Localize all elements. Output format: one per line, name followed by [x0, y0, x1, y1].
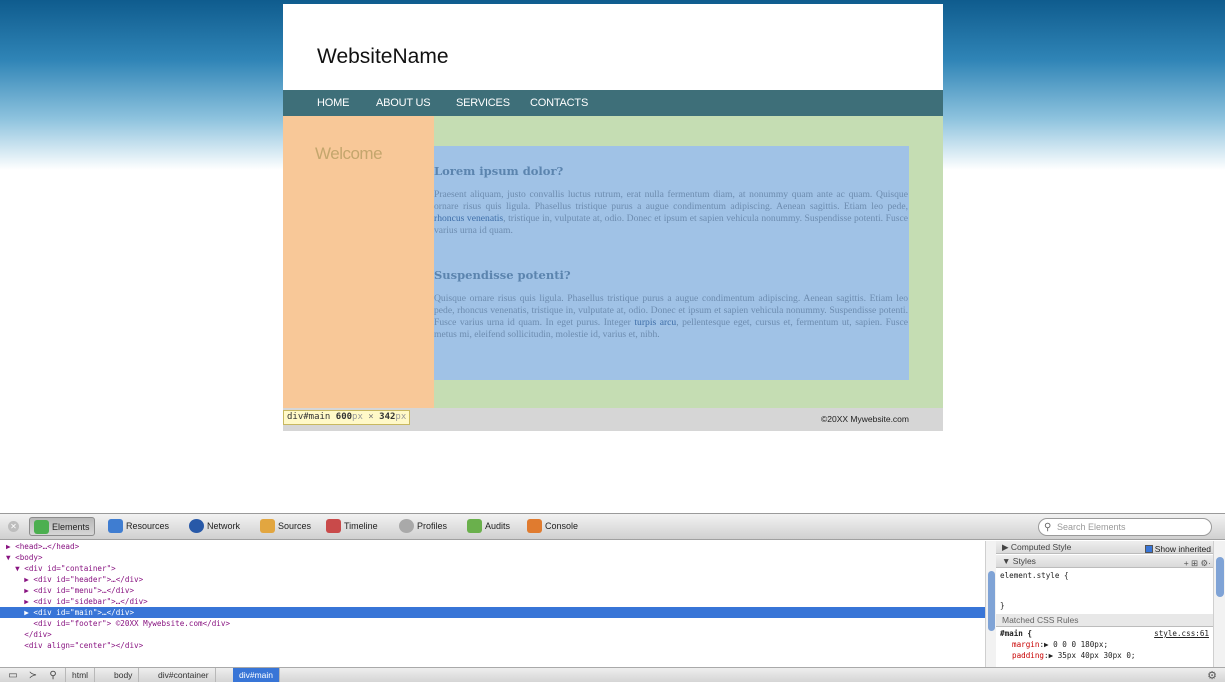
dom-tree: ▶ <head>…</head> ▼ <body> ▼ <div id="con… [0, 541, 985, 667]
site-menu: HOME ABOUT US SERVICES CONTACTS [283, 90, 943, 116]
console-icon [527, 519, 542, 533]
tab-sources[interactable]: Sources [258, 517, 315, 536]
scrollbar-thumb[interactable] [988, 571, 995, 631]
network-icon [189, 519, 204, 533]
dom-line[interactable]: ▶ <div id="sidebar">…</div> [0, 596, 985, 607]
tab-timeline[interactable]: Timeline [324, 517, 382, 536]
main-paragraph-1: Praesent aliquam, justo convallis luctus… [434, 189, 908, 237]
rule-padding[interactable]: padding:▶ 35px 40px 30px 0; [1012, 651, 1135, 660]
disclosure-icon: ▼ [1002, 556, 1013, 566]
element-style-close: } [1000, 601, 1005, 610]
dom-line[interactable]: ▶ <head>…</head> [0, 541, 985, 552]
dom-line[interactable]: ▶ <div id="menu">…</div> [0, 585, 985, 596]
tooltip-width: 600 [335, 412, 353, 422]
menu-item-services[interactable]: SERVICES [456, 97, 510, 109]
sidebar-scrollbar[interactable] [1213, 541, 1225, 667]
footer-text: ©20XX Mywebsite.com [821, 414, 909, 424]
tab-resources[interactable]: Resources [106, 517, 173, 536]
dock-icon[interactable]: ▭ [6, 669, 20, 682]
rule-source-link[interactable]: style.css:61 [1154, 629, 1209, 638]
checkbox-icon [1144, 545, 1153, 553]
devtools-toolbar: ✕ Elements Resources Network Sources Tim… [0, 514, 1225, 540]
para1-link[interactable]: rhoncus venenatis [434, 213, 503, 224]
inspect-icon[interactable]: ⚲ [46, 669, 60, 682]
tab-console[interactable]: Console [525, 517, 582, 536]
matched-rules-header: Matched CSS Rules [996, 614, 1213, 627]
menu-item-home[interactable]: HOME [317, 97, 349, 109]
dom-line[interactable]: </div> [0, 629, 985, 640]
profiles-icon [399, 519, 414, 533]
main-heading-1: Lorem ipsum dolor? [434, 164, 564, 178]
dom-line[interactable]: <div align="center"></div> [0, 640, 985, 651]
scrollbar-thumb[interactable] [1216, 557, 1224, 597]
breadcrumb-div-container[interactable]: div#container [152, 668, 216, 682]
site-main: Lorem ipsum dolor? Praesent aliquam, jus… [434, 146, 909, 380]
site-header: WebsiteName [283, 4, 943, 89]
settings-gear-icon[interactable]: ⚙ [1207, 669, 1217, 682]
dom-line-selected[interactable]: ▶ <div id="main">…</div> [0, 607, 985, 618]
tab-elements[interactable]: Elements [29, 517, 95, 536]
para2-link[interactable]: turpis arcu [634, 317, 676, 328]
timeline-icon [326, 519, 341, 533]
styles-actions[interactable]: + ⊞ ⚙· [1184, 557, 1211, 570]
sidebar-heading: Welcome [315, 144, 383, 163]
rule-selector[interactable]: #main { [1000, 629, 1032, 638]
tooltip-selector: div#main [287, 412, 331, 422]
element-style-open[interactable]: element.style { [1000, 571, 1069, 580]
disclosure-icon: ▶ [1002, 542, 1011, 552]
audits-icon [467, 519, 482, 533]
main-paragraph-2: Quisque ornare risus quis ligula. Phasel… [434, 293, 908, 341]
dom-line[interactable]: <div id="footer"> ©20XX Mywebsite.com</d… [0, 618, 985, 629]
close-icon[interactable]: ✕ [8, 521, 19, 532]
site-sidebar: Welcome [283, 116, 434, 408]
console-drawer-icon[interactable]: ≻ [26, 669, 40, 682]
menu-item-contacts[interactable]: CONTACTS [530, 97, 588, 109]
search-icon: ⚲ [1044, 522, 1052, 533]
site-name[interactable]: WebsiteName [317, 45, 449, 69]
dom-scrollbar[interactable] [985, 541, 996, 667]
sources-icon [260, 519, 275, 533]
inspect-tooltip: div#main 600px × 342px [283, 410, 411, 425]
styles-sidebar: ▶ Computed Style Show inherited ▼ Styles… [996, 541, 1213, 667]
tooltip-height: 342 [379, 412, 396, 422]
menu-item-about[interactable]: ABOUT US [376, 97, 431, 109]
resources-icon [108, 519, 123, 533]
devtools-panel: ✕ Elements Resources Network Sources Tim… [0, 513, 1225, 682]
breadcrumb-div-main[interactable]: div#main [233, 668, 281, 682]
styles-header[interactable]: ▼ Styles + ⊞ ⚙· [996, 555, 1213, 568]
dom-line[interactable]: ▼ <div id="container"> [0, 563, 985, 574]
dom-line[interactable]: ▼ <body> [0, 552, 985, 563]
tab-audits[interactable]: Audits [465, 517, 514, 536]
tab-profiles[interactable]: Profiles [397, 517, 451, 536]
devtools-statusbar: ▭ ≻ ⚲ html body div#container div#main ⚙ [0, 667, 1225, 682]
dom-line[interactable]: ▶ <div id="header">…</div> [0, 574, 985, 585]
main-heading-2: Suspendisse potenti? [434, 268, 571, 282]
elements-icon [34, 520, 49, 534]
search-elements-input[interactable]: ⚲ Search Elements [1038, 518, 1212, 536]
rule-margin[interactable]: margin:▶ 0 0 0 180px; [1012, 640, 1108, 649]
tab-network[interactable]: Network [187, 517, 244, 536]
site-body: Welcome Lorem ipsum dolor? Praesent aliq… [283, 116, 943, 408]
breadcrumb-html[interactable]: html [65, 668, 96, 682]
breadcrumb-body[interactable]: body [108, 668, 140, 682]
website-container: WebsiteName HOME ABOUT US SERVICES CONTA… [283, 4, 943, 431]
computed-style-header[interactable]: ▶ Computed Style Show inherited [996, 541, 1213, 554]
